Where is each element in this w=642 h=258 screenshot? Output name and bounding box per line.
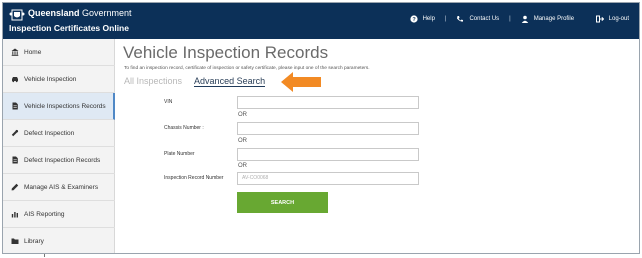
chassis-number-input[interactable] bbox=[237, 122, 419, 135]
vin-label: VIN bbox=[164, 99, 173, 105]
main-content: Vehicle Inspection Records To find an in… bbox=[116, 39, 639, 253]
stray-mark bbox=[44, 254, 45, 257]
pencil-icon bbox=[11, 183, 19, 191]
pointer-arrow-icon bbox=[281, 72, 321, 92]
car-icon bbox=[11, 75, 19, 83]
inspection-record-number-input[interactable]: AV-CO0068 bbox=[237, 172, 419, 185]
tab-all-inspections[interactable]: All Inspections bbox=[124, 76, 182, 86]
tab-advanced-search[interactable]: Advanced Search bbox=[194, 76, 266, 87]
or-separator: OR bbox=[238, 163, 247, 169]
wrench-icon bbox=[11, 129, 19, 137]
sidebar: Home Vehicle Inspection Vehicle Inspecti… bbox=[3, 39, 115, 253]
inspection-record-number-label: Inspection Record Number bbox=[164, 175, 224, 181]
sidebar-item-ais-reporting[interactable]: AIS Reporting bbox=[3, 201, 115, 228]
manage-profile-link[interactable]: Manage Profile bbox=[521, 15, 574, 23]
home-icon bbox=[11, 48, 19, 56]
search-button[interactable]: SEARCH bbox=[237, 192, 328, 213]
nav-separator: | bbox=[509, 16, 511, 22]
sidebar-item-vehicle-inspection[interactable]: Vehicle Inspection bbox=[3, 66, 115, 93]
sidebar-item-library[interactable]: Library bbox=[3, 228, 115, 253]
search-tabs: All Inspections Advanced Search bbox=[124, 76, 266, 87]
page-title: Vehicle Inspection Records bbox=[123, 43, 329, 62]
sidebar-item-vehicle-inspections-records[interactable]: Vehicle Inspections Records bbox=[3, 93, 115, 120]
intro-text: To find an inspection record, certificat… bbox=[124, 66, 370, 71]
chart-icon bbox=[11, 210, 19, 218]
or-separator: OR bbox=[238, 112, 247, 118]
sidebar-item-manage-ais-examiners[interactable]: Manage AIS & Examiners bbox=[3, 174, 115, 201]
or-separator: OR bbox=[238, 138, 247, 144]
contact-us-link[interactable]: Contact Us bbox=[456, 15, 499, 23]
logout-link[interactable]: Log-out bbox=[595, 15, 629, 23]
logout-icon bbox=[595, 15, 604, 23]
nav-separator: | bbox=[444, 16, 447, 22]
phone-icon bbox=[456, 15, 464, 23]
top-header: Queensland Government Inspection Certifi… bbox=[3, 3, 639, 39]
help-link[interactable]: ? Help bbox=[409, 15, 435, 23]
qld-crest-logo bbox=[9, 9, 25, 21]
app-window: Queensland Government Inspection Certifi… bbox=[2, 2, 640, 254]
document-icon bbox=[11, 156, 19, 164]
plate-number-label: Plate Number bbox=[164, 151, 195, 157]
document-icon bbox=[11, 102, 19, 110]
vin-input[interactable] bbox=[237, 96, 419, 109]
user-icon bbox=[521, 15, 529, 23]
chassis-number-label: Chassis Number : bbox=[164, 125, 204, 131]
sidebar-item-defect-inspection-records[interactable]: Defect Inspection Records bbox=[3, 147, 115, 174]
folder-icon bbox=[11, 237, 19, 245]
plate-number-input[interactable] bbox=[237, 148, 419, 161]
sidebar-item-home[interactable]: Home bbox=[3, 39, 115, 66]
help-icon: ? bbox=[409, 15, 418, 23]
sidebar-item-defect-inspection[interactable]: Defect Inspection bbox=[3, 120, 115, 147]
top-nav: ? Help | Contact Us | Manage Profile | bbox=[409, 15, 629, 23]
app-name: Inspection Certificates Online bbox=[9, 23, 129, 33]
brand-title[interactable]: Queensland Government bbox=[28, 8, 132, 18]
